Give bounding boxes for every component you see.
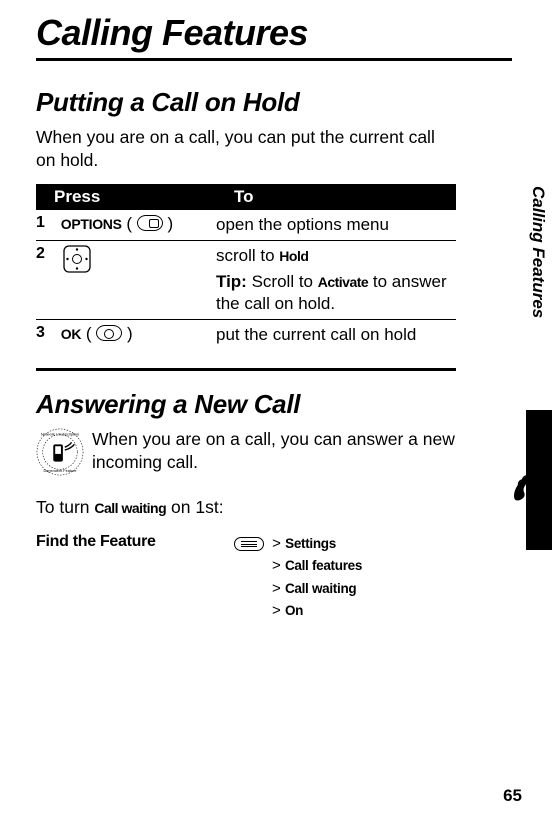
press-to-table: Press To 1 OPTIONS ( ) open the options …: [36, 184, 456, 350]
section-intro-hold: When you are on a call, you can put the …: [36, 126, 456, 172]
page-number: 65: [503, 786, 522, 806]
paren-open: (: [126, 214, 136, 233]
side-tab-text: Calling Features: [528, 186, 548, 318]
find-feature-label: Find the Feature: [36, 533, 222, 551]
network-feature-icon: Network / Subscription Dependent Feature: [36, 428, 84, 476]
path-arrow: >: [272, 580, 281, 597]
table-cell-desc: open the options menu: [216, 210, 456, 241]
step-number: 2: [36, 245, 56, 263]
paren-close: ): [168, 214, 174, 233]
step-number: 3: [36, 324, 56, 342]
phone-handset-icon: [492, 452, 548, 504]
softkey-right-icon: [137, 215, 163, 231]
menu-path-item: Call features: [285, 558, 362, 573]
table-row: 3 OK ( ) put the current call on hold: [36, 319, 456, 350]
table-header-to: To: [216, 184, 456, 210]
table-bottom-rule: [36, 368, 456, 371]
scroll-text: scroll to: [216, 246, 279, 265]
hold-bold: Hold: [279, 248, 308, 264]
path-arrow: >: [272, 602, 281, 619]
svg-text:Dependent Feature: Dependent Feature: [44, 469, 77, 473]
key-label-ok: OK: [61, 326, 81, 342]
section-intro-answer: When you are on a call, you can answer a…: [92, 428, 456, 474]
svg-text:Network / Subscription: Network / Subscription: [41, 433, 79, 437]
turn-on-suffix: on 1st:: [166, 497, 223, 517]
table-cell-desc: put the current call on hold: [216, 319, 456, 350]
table-row: 1 OPTIONS ( ) open the options menu: [36, 210, 456, 241]
find-the-feature: Find the Feature > Settings > Call featu…: [36, 533, 456, 623]
side-tab: Calling Features: [526, 186, 552, 420]
paren-open: (: [86, 324, 96, 343]
menu-path: > Settings > Call features > Call waitin…: [234, 533, 362, 623]
chapter-title: Calling Features: [36, 12, 512, 54]
tip-label: Tip:: [216, 272, 247, 291]
table-cell-desc: scroll to Hold Tip: Scroll to Activate t…: [216, 240, 456, 319]
table-row: 2 scroll to Hold Tip: Scroll to Activate…: [36, 240, 456, 319]
turn-on-prefix: To turn: [36, 497, 94, 517]
paren-close: ): [127, 324, 133, 343]
nav-pad-icon: [63, 245, 91, 273]
section-title-hold: Putting a Call on Hold: [36, 87, 456, 118]
key-label-options: OPTIONS: [61, 216, 122, 232]
turn-on-text: To turn Call waiting on 1st:: [36, 496, 456, 519]
table-header-press: Press: [36, 184, 216, 210]
tip-prefix: Scroll to: [247, 272, 318, 291]
menu-path-item: On: [285, 603, 303, 618]
path-arrow: >: [272, 557, 281, 574]
activate-bold: Activate: [318, 274, 368, 290]
menu-key-icon: [234, 537, 264, 551]
chapter-rule: [36, 58, 512, 61]
softkey-left-icon: [96, 325, 122, 341]
section-title-answer: Answering a New Call: [36, 389, 456, 420]
menu-path-item: Call waiting: [285, 581, 356, 596]
step-number: 1: [36, 214, 56, 232]
path-arrow: >: [272, 535, 281, 552]
menu-path-item: Settings: [285, 536, 336, 551]
call-waiting-bold: Call waiting: [94, 500, 166, 516]
